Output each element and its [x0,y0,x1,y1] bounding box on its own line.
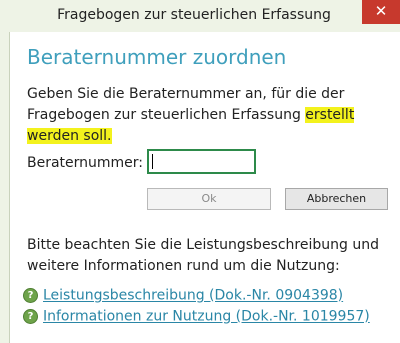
link-informationen-nutzung[interactable]: Informationen zur Nutzung (Dok.-Nr. 1019… [43,309,370,325]
beraternummer-label: Beraternummer: [27,155,144,171]
intro-text-highlight-1: erstellt [305,107,355,123]
window-title: Fragebogen zur steuerlichen Erfassung [57,7,331,23]
cancel-button[interactable]: Abbrechen [285,188,388,210]
dialog-window: Fragebogen zur steuerlichen Erfassung ✕ … [0,0,400,343]
link-leistungsbeschreibung[interactable]: Leistungsbeschreibung (Dok.-Nr. 0904398) [43,288,343,304]
intro-text: Geben Sie die Beraternummer an, für die … [27,84,387,147]
close-button[interactable]: ✕ [362,0,400,24]
info-note: Bitte beachten Sie die Leistungsbeschrei… [27,237,379,274]
ok-button[interactable]: Ok [147,188,271,210]
link-row-leistungsbeschreibung[interactable]: ? Leistungsbeschreibung (Dok.-Nr. 0904398… [23,285,343,304]
link-row-nutzung[interactable]: ? Informationen zur Nutzung (Dok.-Nr. 101… [23,306,370,325]
text-caret [152,154,153,169]
intro-text-plain: Geben Sie die Beraternummer an, für die … [27,86,345,123]
help-icon: ? [23,288,38,303]
dialog-heading: Beraternummer zuordnen [27,45,287,69]
intro-text-highlight-2: werden soll. [27,128,112,144]
help-icon: ? [23,309,38,324]
title-bar: Fragebogen zur steuerlichen Erfassung ✕ [0,0,400,32]
close-icon: ✕ [374,3,388,20]
beraternummer-input[interactable] [147,149,256,174]
dialog-content: Beraternummer zuordnen Geben Sie die Ber… [9,32,400,343]
